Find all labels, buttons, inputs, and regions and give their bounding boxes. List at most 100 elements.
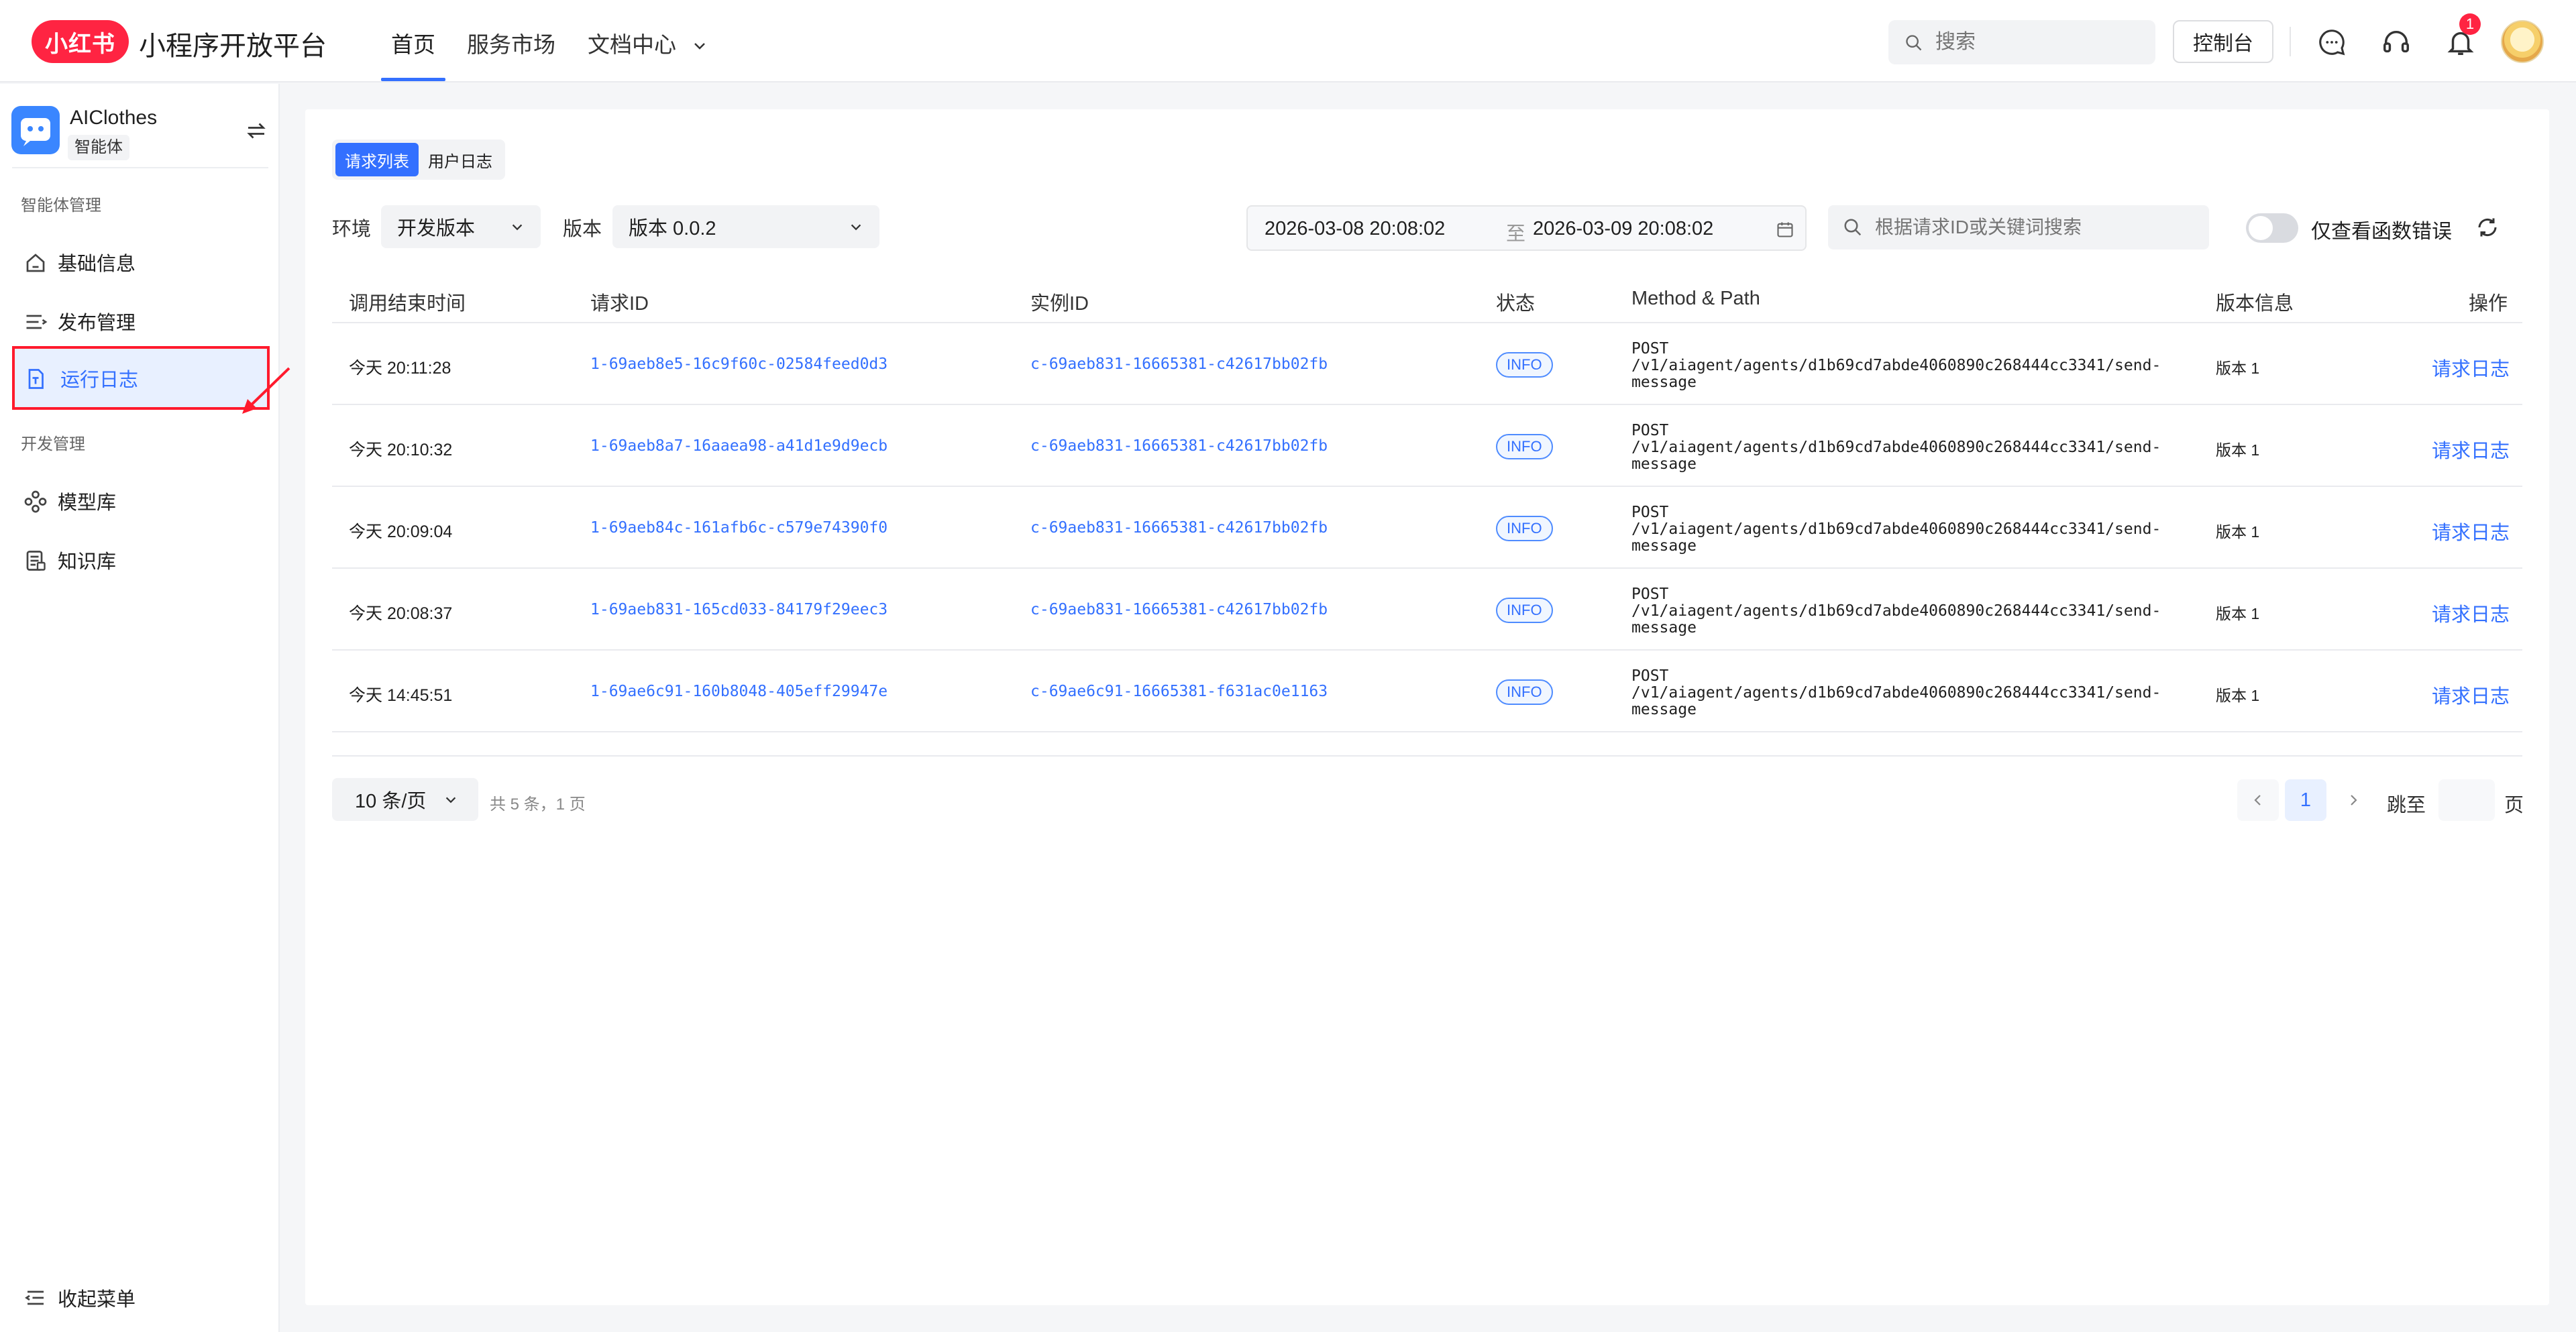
version-select-value: 版本 0.0.2 — [629, 218, 716, 239]
table-header: 调用结束时间 请求ID 实例ID 状态 Method & Path 版本信息 操… — [332, 274, 2522, 323]
logo[interactable]: 小红书 — [32, 20, 129, 63]
nav-service-market[interactable]: 服务市场 — [467, 27, 555, 59]
table-row: 今天 20:08:37 1-69aeb831-165cd033-84179f29… — [332, 569, 2522, 651]
table-bottom-divider — [332, 755, 2522, 757]
request-log-link[interactable]: 请求日志 — [2432, 681, 2510, 709]
request-log-link[interactable]: 请求日志 — [2432, 599, 2510, 627]
cell-time: 今天 20:09:04 — [349, 522, 453, 541]
request-log-link[interactable]: 请求日志 — [2432, 435, 2510, 463]
nav-active-indicator — [381, 78, 445, 81]
chat-icon[interactable] — [2316, 27, 2347, 58]
refresh-icon[interactable] — [2475, 215, 2500, 239]
console-button[interactable]: 控制台 — [2173, 20, 2273, 63]
cell-method: POST — [1631, 340, 1669, 357]
notification-badge: 1 — [2459, 13, 2481, 35]
env-select[interactable]: 开发版本 — [381, 205, 541, 248]
cell-instance-id[interactable]: c-69ae6c91-16665381-f631ac0e1163 — [1030, 683, 1328, 700]
swap-icon[interactable] — [244, 119, 268, 143]
app-name: AIClothes — [70, 107, 158, 129]
global-search-input[interactable] — [1935, 20, 2143, 64]
jump-page-input[interactable] — [2438, 779, 2495, 821]
log-tabs: 请求列表 用户日志 — [332, 140, 505, 180]
status-badge: INFO — [1496, 598, 1553, 623]
cell-instance-id[interactable]: c-69aeb831-16665381-c42617bb02fb — [1030, 355, 1328, 373]
cell-request-id[interactable]: 1-69ae6c91-160b8048-405eff29947e — [590, 683, 888, 700]
cell-method: POST — [1631, 586, 1669, 603]
cell-path: /v1/aiagent/agents/d1b69cd7abde4060890c2… — [1631, 439, 2161, 456]
nav-docs-label: 文档中心 — [588, 32, 676, 57]
request-search[interactable] — [1828, 205, 2209, 249]
sidebar-item-release[interactable]: 发布管理 — [12, 289, 270, 353]
model-icon — [24, 490, 47, 513]
headset-icon[interactable] — [2381, 27, 2412, 58]
nav-home[interactable]: 首页 — [391, 27, 435, 59]
sidebar-item-model-library[interactable]: 模型库 — [12, 469, 270, 533]
sidebar-item-basic-info[interactable]: 基础信息 — [12, 230, 270, 294]
request-log-link[interactable]: 请求日志 — [2432, 353, 2510, 382]
status-badge: INFO — [1496, 679, 1553, 705]
date-range-picker[interactable]: 2026-03-08 20:08:02 至 2026-03-09 20:08:0… — [1246, 205, 1807, 251]
page-size-select[interactable]: 10 条/页 — [332, 778, 478, 821]
status-badge: INFO — [1496, 352, 1553, 378]
cell-path: /v1/aiagent/agents/d1b69cd7abde4060890c2… — [1631, 684, 2161, 702]
cell-path: /v1/aiagent/agents/d1b69cd7abde4060890c2… — [1631, 520, 2161, 538]
cell-request-id[interactable]: 1-69aeb8a7-16aaea98-a41d1e9d9ecb — [590, 437, 888, 455]
cell-path-cont: message — [1631, 374, 1697, 391]
top-header: 小红书 小程序开放平台 首页 服务市场 文档中心 控制台 1 — [0, 0, 2576, 82]
cell-method-path: POST/v1/aiagent/agents/d1b69cd7abde40608… — [1631, 341, 2161, 391]
cell-path-cont: message — [1631, 537, 1697, 555]
tab-user-log[interactable]: 用户日志 — [419, 143, 502, 176]
version-label: 版本 — [563, 219, 602, 240]
sidebar-item-label: 基础信息 — [58, 253, 136, 275]
date-end[interactable]: 2026-03-09 20:08:02 — [1533, 218, 1713, 240]
chevron-right-icon — [2351, 795, 2357, 806]
chevron-down-icon — [512, 224, 523, 231]
collapse-menu-button[interactable]: 收起菜单 — [12, 1278, 136, 1318]
request-log-link[interactable]: 请求日志 — [2432, 517, 2510, 545]
col-end-time: 调用结束时间 — [349, 293, 466, 315]
col-action: 操作 — [2469, 293, 2508, 315]
global-search[interactable] — [1888, 20, 2155, 64]
cell-request-id[interactable]: 1-69aeb831-165cd033-84179f29eec3 — [590, 601, 888, 618]
status-badge: INFO — [1496, 434, 1553, 459]
sidebar-item-knowledge-base[interactable]: 知识库 — [12, 528, 270, 592]
cell-instance-id[interactable]: c-69aeb831-16665381-c42617bb02fb — [1030, 519, 1328, 537]
cell-request-id[interactable]: 1-69aeb84c-161afb6c-c579e74390f0 — [590, 519, 888, 537]
cell-time: 今天 20:08:37 — [349, 604, 453, 623]
env-label: 环境 — [332, 219, 372, 240]
search-icon — [1906, 35, 1922, 51]
log-file-icon — [28, 369, 44, 389]
prev-page-button[interactable] — [2237, 779, 2279, 821]
chevron-down-icon — [445, 797, 456, 803]
sidebar-divider — [12, 167, 268, 168]
cell-time: 今天 14:45:51 — [349, 686, 453, 705]
list-icon — [26, 315, 48, 329]
avatar[interactable] — [2501, 20, 2544, 63]
tab-request-list[interactable]: 请求列表 — [335, 143, 419, 176]
cell-instance-id[interactable]: c-69aeb831-16665381-c42617bb02fb — [1030, 437, 1328, 455]
request-search-input[interactable] — [1875, 205, 2197, 249]
sidebar-group-dev: 开发管理 — [21, 435, 85, 453]
date-start[interactable]: 2026-03-08 20:08:02 — [1265, 218, 1445, 240]
table-row: 今天 14:45:51 1-69ae6c91-160b8048-405eff29… — [332, 651, 2522, 732]
sidebar-item-runtime-log[interactable]: 运行日志 — [12, 346, 270, 410]
cell-request-id[interactable]: 1-69aeb8e5-16c9f60c-02584feed0d3 — [590, 355, 888, 373]
next-page-button[interactable] — [2332, 779, 2374, 821]
chevron-left-icon — [2254, 795, 2261, 806]
cell-instance-id[interactable]: c-69aeb831-16665381-c42617bb02fb — [1030, 601, 1328, 618]
page-number-button[interactable]: 1 — [2285, 779, 2326, 821]
version-select[interactable]: 版本 0.0.2 — [612, 205, 879, 248]
cell-method-path: POST/v1/aiagent/agents/d1b69cd7abde40608… — [1631, 668, 2161, 718]
home-icon — [26, 254, 45, 272]
status-badge: INFO — [1496, 516, 1553, 541]
sidebar-group-agent: 智能体管理 — [21, 197, 101, 215]
cell-method-path: POST/v1/aiagent/agents/d1b69cd7abde40608… — [1631, 586, 2161, 636]
error-only-toggle[interactable] — [2246, 213, 2298, 243]
col-request-id: 请求ID — [590, 293, 649, 315]
nav-docs[interactable]: 文档中心 — [588, 27, 708, 59]
cell-method-path: POST/v1/aiagent/agents/d1b69cd7abde40608… — [1631, 504, 2161, 555]
sidebar-item-label: 发布管理 — [58, 312, 136, 334]
table-row: 今天 20:10:32 1-69aeb8a7-16aaea98-a41d1e9d… — [332, 405, 2522, 487]
cell-version: 版本 1 — [2216, 523, 2260, 541]
calendar-icon — [1777, 222, 1793, 237]
